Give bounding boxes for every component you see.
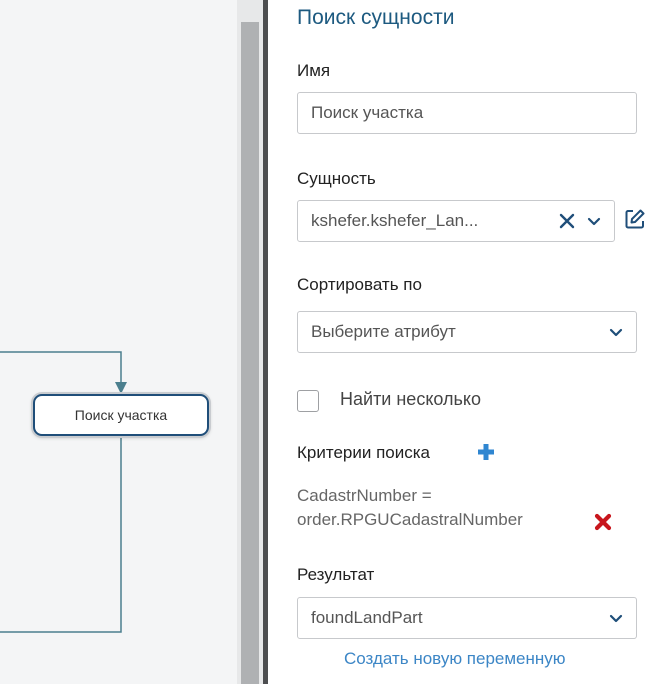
properties-panel: Поиск сущности Имя Поиск участка Сущност… (268, 0, 651, 684)
result-select[interactable]: foundLandPart (297, 597, 637, 639)
search-entity-node[interactable]: Поиск участка (33, 394, 209, 436)
close-icon[interactable] (556, 210, 578, 232)
entity-label: Сущность (297, 169, 376, 188)
edit-icon[interactable] (624, 208, 646, 230)
connector-lines (0, 351, 127, 633)
name-label: Имя (297, 61, 331, 80)
sort-select[interactable]: Выберите атрибут (297, 311, 637, 353)
find-multiple-checkbox[interactable] (297, 390, 319, 412)
criteria-line: order.RPGUCadastralNumber (297, 510, 523, 529)
chevron-down-icon (609, 328, 623, 337)
sort-label: Сортировать по (297, 275, 422, 294)
criteria-condition: CadastrNumber = order.RPGUCadastralNumbe… (297, 484, 523, 532)
create-variable-link[interactable]: Создать новую переменную (344, 649, 566, 669)
remove-icon[interactable] (593, 512, 613, 532)
sort-placeholder: Выберите атрибут (311, 322, 456, 341)
name-value: Поиск участка (311, 103, 424, 122)
connector-arrow (115, 382, 127, 394)
panel-title: Поиск сущности (297, 6, 455, 29)
incoming-connector (0, 351, 122, 384)
outgoing-connector (0, 437, 122, 633)
criteria-line: CadastrNumber = (297, 486, 432, 505)
result-value: foundLandPart (311, 608, 423, 627)
chevron-down-icon[interactable] (586, 213, 602, 229)
entity-value: kshefer.kshefer_Lan... (311, 211, 479, 230)
diagram-canvas[interactable]: Поиск участка (0, 0, 237, 684)
entity-select[interactable]: kshefer.kshefer_Lan... (297, 200, 615, 242)
result-label: Результат (297, 565, 375, 584)
find-multiple-label[interactable]: Найти несколько (340, 389, 481, 410)
name-input[interactable]: Поиск участка (297, 92, 637, 134)
node-label: Поиск участка (74, 407, 168, 423)
plus-icon[interactable] (476, 442, 496, 462)
criteria-label: Критерии поиска (297, 443, 430, 462)
splitter-scrollbar[interactable] (241, 22, 259, 684)
chevron-down-icon (609, 614, 623, 623)
